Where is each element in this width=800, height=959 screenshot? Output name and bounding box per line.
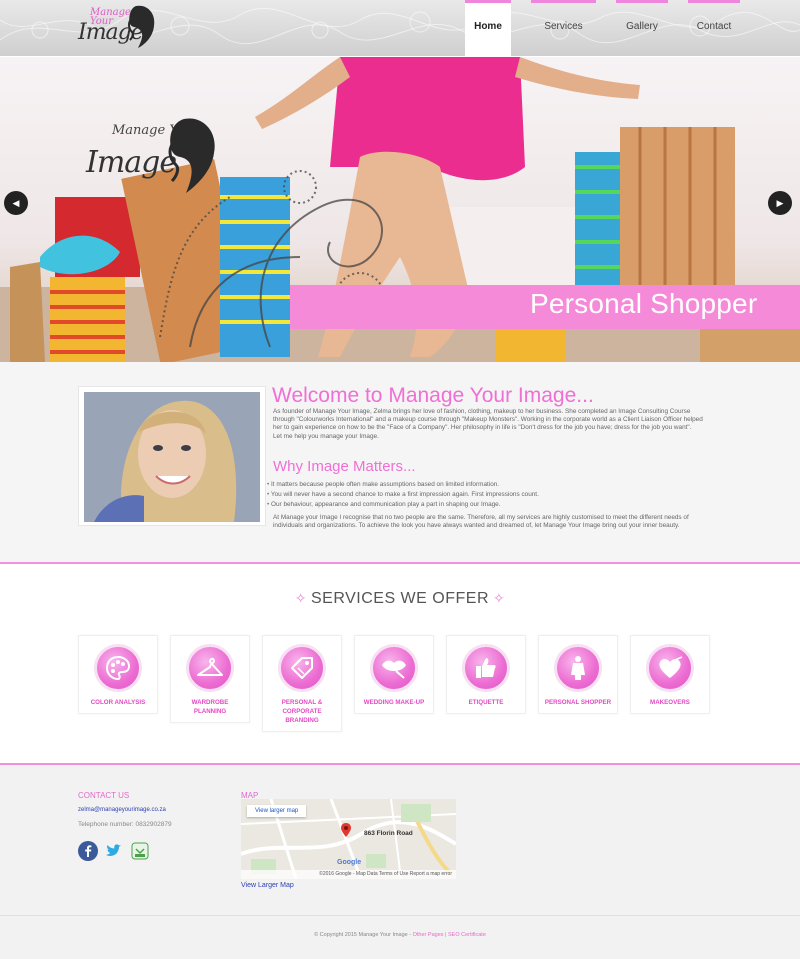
service-label: WARDROBE PLANNING [191, 699, 229, 715]
service-personal-shopper[interactable]: PERSONAL SHOPPER [538, 635, 618, 714]
welcome-title: Welcome to Manage Your Image... [272, 384, 594, 407]
site-footer: CONTACT US zelma@manageyourimage.co.za T… [0, 765, 800, 915]
services-section: ✧ SERVICES WE OFFER ✧ COLOR ANALYSIS WARDR… [0, 564, 800, 763]
service-label: MAKEOVERS [650, 699, 690, 706]
person-icon [554, 644, 602, 692]
map-address: 863 Florin Road [364, 830, 413, 837]
heart-icon [646, 644, 694, 692]
footer-links[interactable]: Other Pages | SEO Certificate [413, 932, 486, 938]
service-branding[interactable]: PERSONAL & CORPORATE BRANDING [262, 635, 342, 732]
welcome-paragraph: As founder of Manage Your Image, Zelma b… [273, 408, 713, 441]
contact-email-link[interactable]: zelma@manageyourimage.co.za [78, 807, 166, 813]
hero-slider[interactable]: Manage Your Image Personal Shopper ◀ ▶ [0, 57, 800, 362]
service-label: PERSONAL & CORPORATE BRANDING [281, 699, 323, 724]
site-logo[interactable]: Manage Your Image [76, 4, 156, 52]
service-wedding-makeup[interactable]: WEDDING MAKE-UP [354, 635, 434, 714]
slider-prev-button[interactable]: ◀ [4, 191, 28, 215]
services-title: ✧ SERVICES WE OFFER ✧ [0, 590, 800, 608]
nav-services[interactable]: Services [531, 0, 596, 56]
copyright-bar: © Copyright 2015 Manage Your Image - Oth… [0, 915, 800, 959]
slider-next-button[interactable]: ▶ [768, 191, 792, 215]
site-header: Manage Your Image Home Services Gallery … [0, 0, 800, 56]
nav-home[interactable]: Home [465, 0, 511, 56]
service-color-analysis[interactable]: COLOR ANALYSIS [78, 635, 158, 714]
profile-photo-frame [78, 386, 266, 526]
twitter-icon[interactable] [104, 841, 124, 861]
skype-icon[interactable] [130, 841, 150, 861]
hanger-icon [186, 644, 234, 692]
banner-caption: Personal Shopper [530, 288, 758, 319]
woman-silhouette-icon [168, 118, 215, 193]
why-title: Why Image Matters... [273, 458, 416, 475]
why-list: It matters because people often make ass… [267, 480, 717, 510]
welcome-paragraph-text-2: Let me help you manage your Image. [273, 432, 379, 440]
google-map[interactable]: View larger map 863 Florin Road Google ©… [241, 799, 456, 879]
main-nav: Home Services Gallery Contact [465, 0, 740, 56]
service-label: WEDDING MAKE-UP [363, 699, 425, 706]
banner-logo: Manage Your Image [84, 117, 224, 197]
welcome-section: Welcome to Manage Your Image... As found… [0, 362, 800, 562]
palette-icon [94, 644, 142, 692]
service-wardrobe-planning[interactable]: WARDROBE PLANNING [170, 635, 250, 723]
tag-icon [278, 644, 326, 692]
service-makeovers[interactable]: MAKEOVERS [630, 635, 710, 714]
lips-icon [370, 644, 418, 692]
service-etiquette[interactable]: ETIQUETTE [446, 635, 526, 714]
view-larger-map-link[interactable]: View Larger Map [241, 882, 294, 889]
service-label: ETIQUETTE [468, 699, 504, 706]
list-item: Our behaviour, appearance and communicat… [267, 500, 717, 510]
facebook-icon[interactable] [78, 841, 98, 861]
list-item: You will never have a second chance to m… [267, 490, 717, 500]
map-pin-icon [341, 823, 351, 837]
thumbs-up-icon [462, 644, 510, 692]
nav-gallery[interactable]: Gallery [616, 0, 668, 56]
contact-title: CONTACT US [78, 791, 130, 800]
nav-contact[interactable]: Contact [688, 0, 740, 56]
google-logo: Google [337, 859, 362, 866]
map-attribution: ©2016 Google - Map Data Terms of Use Rep… [241, 870, 456, 879]
copyright-text: © Copyright 2015 Manage Your Image - [314, 932, 413, 938]
why-paragraph: At Manage your Image I recognise that no… [273, 514, 689, 530]
service-label: COLOR ANALYSIS [90, 699, 146, 706]
list-item: It matters because people often make ass… [267, 480, 717, 490]
contact-phone: Telephone number: 0832902879 [78, 821, 172, 828]
view-larger-map-button[interactable]: View larger map [247, 805, 307, 817]
woman-silhouette-icon [128, 5, 155, 48]
welcome-paragraph-text: As founder of Manage Your Image, Zelma b… [273, 408, 703, 432]
profile-photo [84, 392, 260, 522]
ornament-icon: ✧ [294, 590, 307, 606]
services-title-text: SERVICES WE OFFER [310, 590, 489, 607]
ornament-icon: ✧ [493, 590, 506, 606]
service-label: PERSONAL SHOPPER [544, 699, 612, 706]
